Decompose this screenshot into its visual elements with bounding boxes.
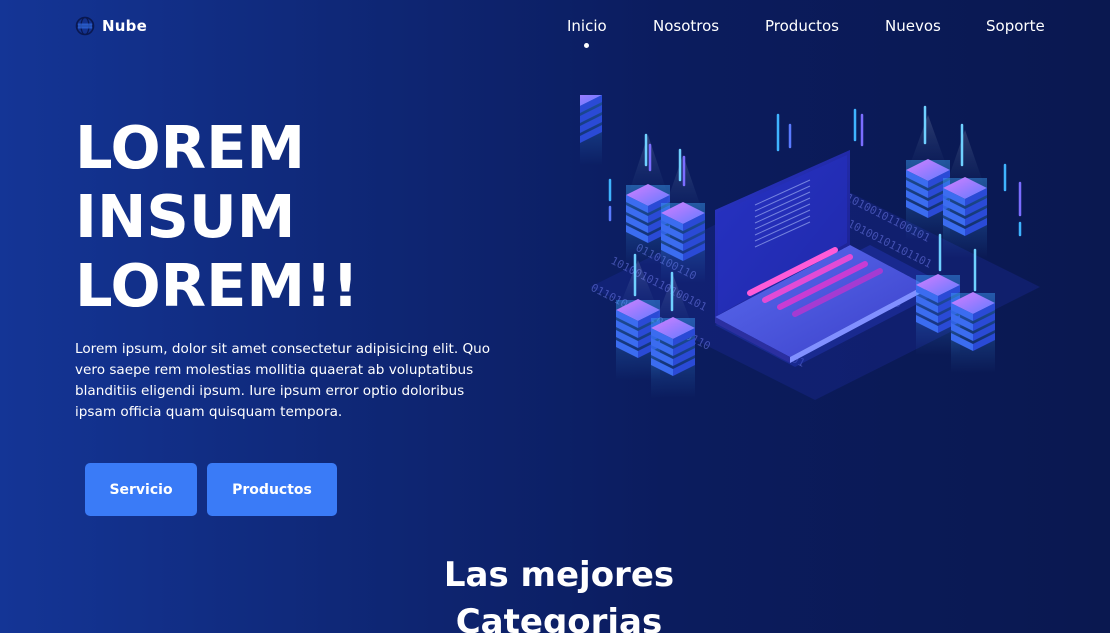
nav-link-nosotros[interactable]: Nosotros [653, 17, 719, 35]
hero-description: Lorem ipsum, dolor sit amet consectetur … [75, 341, 491, 420]
top-navbar: Nube Inicio Nosotros Productos Nuevos So… [0, 0, 1110, 60]
nav-link-nuevos[interactable]: Nuevos [885, 17, 941, 35]
nav-link-soporte[interactable]: Soporte [986, 17, 1045, 35]
hero-title: LOREM INSUM LOREM!! [75, 113, 495, 320]
section-title-line-2: Categorias [455, 602, 663, 633]
productos-button[interactable]: Productos [207, 463, 337, 516]
nav-links: Inicio Nosotros Productos Nuevos Soporte [0, 17, 1110, 47]
servicio-button[interactable]: Servicio [85, 463, 197, 516]
hero-title-line-1: LOREM [75, 113, 306, 182]
isometric-cloud-servers-laptop-illustration: 10100101100101 0110100101101101 10100101… [580, 95, 1040, 400]
active-nav-indicator [584, 43, 589, 48]
hero-title-line-2: INSUM [75, 182, 296, 251]
section-title-line-1: Las mejores [443, 555, 675, 595]
nav-link-inicio[interactable]: Inicio [567, 17, 607, 35]
hero-title-line-3: LOREM!! [75, 251, 359, 320]
nav-link-productos[interactable]: Productos [765, 17, 839, 35]
